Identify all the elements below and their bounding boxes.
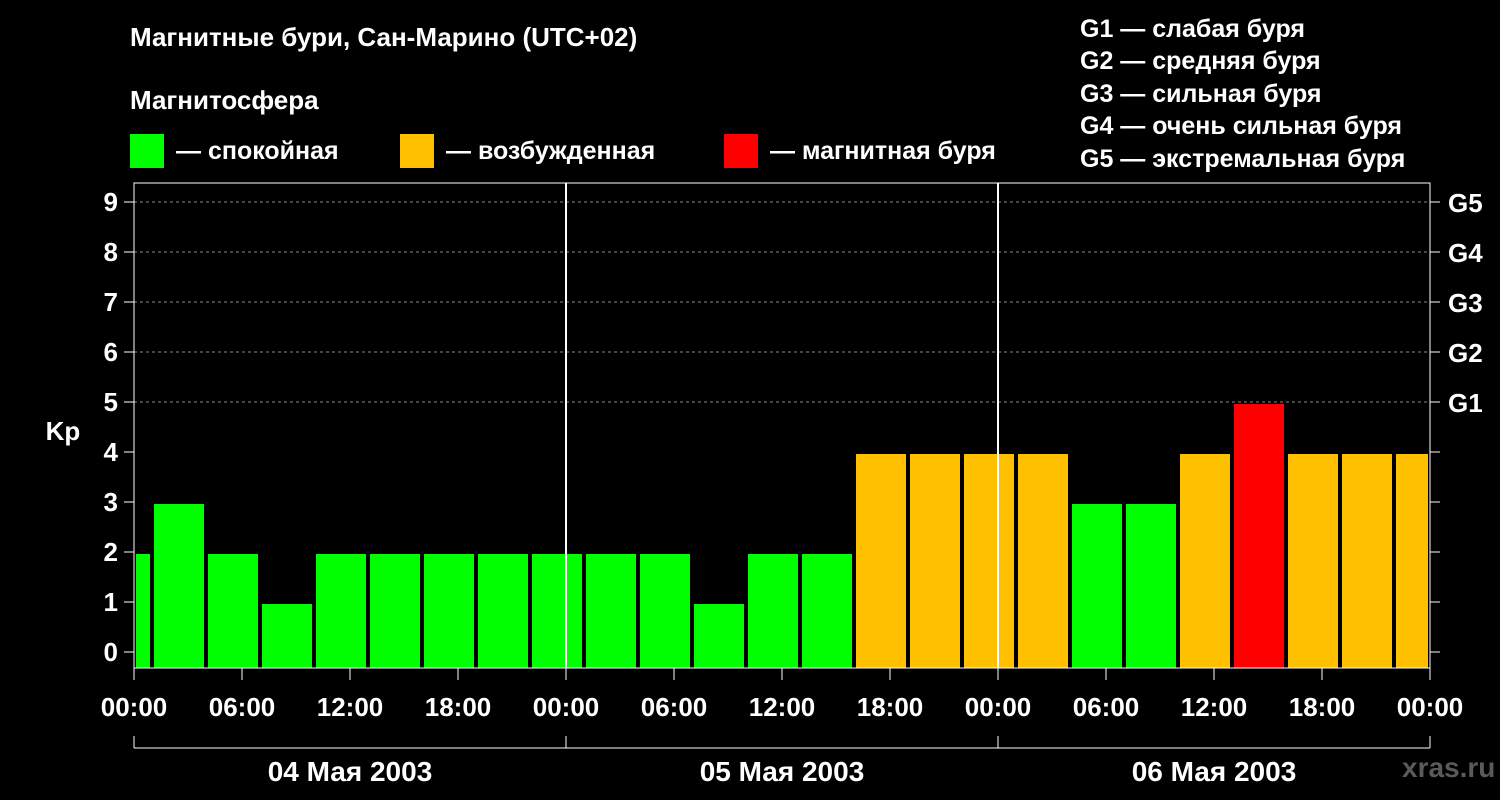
- y-tick-label: 1: [104, 587, 118, 617]
- y-tick-label: 2: [104, 537, 118, 567]
- y-tick-label: 3: [104, 487, 118, 517]
- bar-9: [586, 554, 636, 668]
- bar-11: [694, 604, 744, 668]
- bar-2: [208, 554, 258, 668]
- x-tick-label: 12:00: [749, 692, 816, 722]
- bar-20: [1180, 454, 1230, 668]
- day-label: 04 Мая 2003: [268, 756, 433, 787]
- g-level-label: G1: [1448, 388, 1483, 418]
- bar-23: [1342, 454, 1392, 668]
- bar-3: [262, 604, 312, 668]
- bar-16: [964, 454, 1014, 668]
- bar-1: [154, 504, 204, 668]
- x-tick-label: 06:00: [1073, 692, 1140, 722]
- bar-18: [1072, 504, 1122, 668]
- x-tick-label: 06:00: [209, 692, 276, 722]
- x-tick-label: 00:00: [1397, 692, 1464, 722]
- y-tick-label: 6: [104, 337, 118, 367]
- bar-19: [1126, 504, 1176, 668]
- bar-8: [532, 554, 582, 668]
- watermark: xras.ru: [1402, 752, 1496, 783]
- x-tick-label: 18:00: [1289, 692, 1356, 722]
- g-level-label: G4: [1448, 238, 1483, 268]
- x-tick-label: 18:00: [857, 692, 924, 722]
- bar-7: [478, 554, 528, 668]
- bar-24: [1396, 454, 1428, 668]
- y-axis-label: Kp: [46, 416, 81, 446]
- g-level-label: G2: [1448, 338, 1483, 368]
- kp-chart: 0 1 2 3 4 5 6 7 8 9 G1 G2 G3 G4 G5 Kp 00:00 06:00 12:00 18:…: [46, 182, 1483, 787]
- bar-22: [1288, 454, 1338, 668]
- bar-21: [1234, 404, 1284, 668]
- x-tick-label: 18:00: [425, 692, 492, 722]
- x-tick-label: 00:00: [533, 692, 600, 722]
- g-level-label: G5: [1448, 188, 1483, 218]
- bar-12: [748, 554, 798, 668]
- day-label: 05 Мая 2003: [700, 756, 865, 787]
- y-tick-label: 8: [104, 237, 118, 267]
- bar-10: [640, 554, 690, 668]
- y-tick-label: 0: [104, 637, 118, 667]
- g-level-label: G3: [1448, 288, 1483, 318]
- bar-0: [136, 554, 150, 668]
- x-tick-label: 12:00: [317, 692, 384, 722]
- y-tick-label: 9: [104, 187, 118, 217]
- x-tick-label: 12:00: [1181, 692, 1248, 722]
- y-tick-label: 4: [104, 437, 119, 467]
- bar-17: [1018, 454, 1068, 668]
- bar-5: [370, 554, 420, 668]
- bar-4: [316, 554, 366, 668]
- bar-14: [856, 454, 906, 668]
- bar-15: [910, 454, 960, 668]
- y-tick-label: 7: [104, 287, 118, 317]
- x-tick-label: 00:00: [965, 692, 1032, 722]
- x-tick-label: 06:00: [641, 692, 708, 722]
- y-tick-label: 5: [104, 387, 118, 417]
- day-label: 06 Мая 2003: [1132, 756, 1297, 787]
- bar-6: [424, 554, 474, 668]
- x-tick-label: 00:00: [101, 692, 168, 722]
- bar-13: [802, 554, 852, 668]
